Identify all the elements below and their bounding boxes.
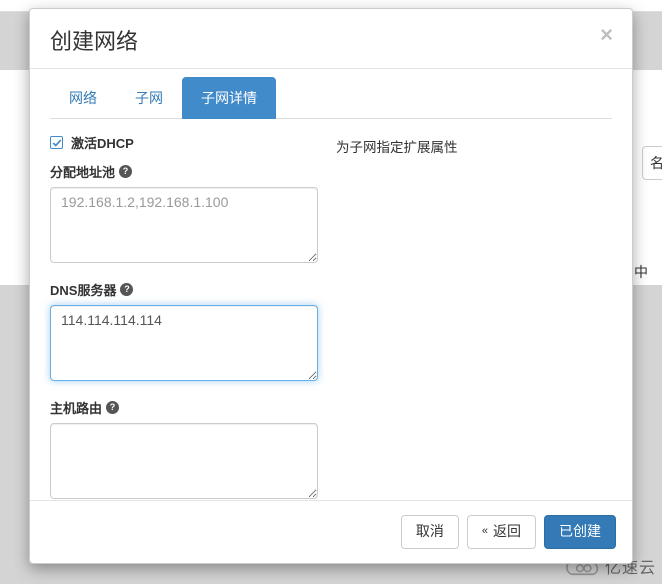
modal-body: 网络 子网 子网详情 激活DHCP 分配地址池 ? — [30, 69, 632, 500]
tab-subnet-details[interactable]: 子网详情 — [182, 77, 276, 119]
bg-button-fragment[interactable]: 名 — [642, 146, 662, 180]
help-icon[interactable]: ? — [119, 165, 132, 178]
enable-dhcp-row: 激活DHCP — [50, 133, 318, 152]
close-button[interactable]: × — [596, 24, 617, 46]
tab-label: 网络 — [50, 77, 116, 119]
tab-subnet[interactable]: 子网 — [116, 77, 182, 119]
close-icon: × — [600, 22, 613, 47]
wizard-tabs: 网络 子网 子网详情 — [50, 77, 612, 119]
form-column: 激活DHCP 分配地址池 ? DNS服务器 ? 114.114.114.114 — [50, 133, 318, 500]
button-label: 已创建 — [559, 522, 601, 542]
check-icon — [52, 138, 62, 148]
tab-network[interactable]: 网络 — [50, 77, 116, 119]
host-routes-label: 主机路由 ? — [50, 398, 318, 417]
dns-servers-input[interactable]: 114.114.114.114 — [50, 305, 318, 381]
description-column: 为子网指定扩展属性 — [318, 133, 612, 500]
create-network-modal: 创建网络 × 网络 子网 子网详情 激活DHCP 分配地址池 ? — [29, 8, 633, 564]
allocation-pools-label: 分配地址池 ? — [50, 162, 318, 181]
allocation-pools-group: 分配地址池 ? — [50, 162, 318, 266]
description-text: 为子网指定扩展属性 — [336, 140, 458, 155]
modal-title: 创建网络 — [50, 24, 138, 56]
label-text: DNS服务器 — [50, 280, 116, 299]
dns-servers-label: DNS服务器 ? — [50, 280, 318, 299]
tab-pane-subnet-details: 激活DHCP 分配地址池 ? DNS服务器 ? 114.114.114.114 — [50, 119, 612, 500]
dns-servers-group: DNS服务器 ? 114.114.114.114 — [50, 280, 318, 384]
label-text: 主机路由 — [50, 398, 102, 417]
help-icon[interactable]: ? — [120, 283, 133, 296]
help-icon[interactable]: ? — [106, 401, 119, 414]
allocation-pools-input[interactable] — [50, 187, 318, 263]
bg-button-fragment-label: 名 — [650, 153, 662, 173]
host-routes-group: 主机路由 ? — [50, 398, 318, 500]
bg-text-fragment: 中 — [634, 262, 662, 282]
button-label: 返回 — [493, 522, 521, 542]
modal-footer: 取消 « 返回 已创建 — [30, 500, 632, 563]
enable-dhcp-checkbox[interactable] — [50, 136, 63, 149]
tab-label: 子网 — [116, 77, 182, 119]
host-routes-input[interactable] — [50, 423, 318, 499]
enable-dhcp-label: 激活DHCP — [71, 133, 134, 152]
label-text: 分配地址池 — [50, 162, 115, 181]
cancel-button[interactable]: 取消 — [401, 515, 459, 549]
modal-header: 创建网络 × — [30, 9, 632, 69]
submit-button[interactable]: 已创建 — [544, 515, 616, 549]
chevron-left-icon: « — [482, 524, 487, 540]
back-button[interactable]: « 返回 — [467, 515, 536, 549]
button-label: 取消 — [416, 522, 444, 542]
tab-label: 子网详情 — [182, 77, 276, 119]
